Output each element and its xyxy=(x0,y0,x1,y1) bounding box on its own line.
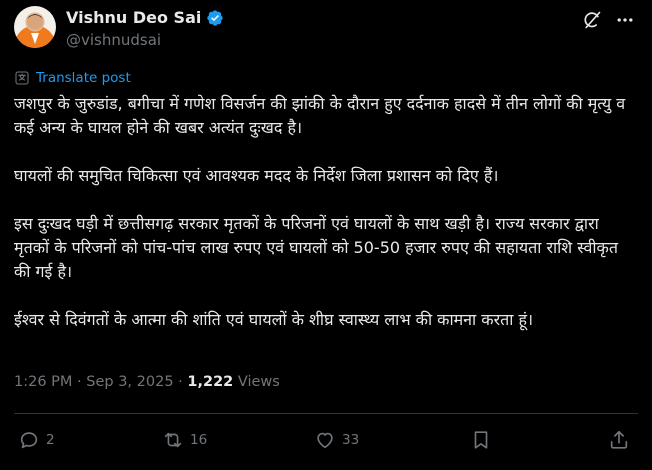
post-paragraph: इस दुःखद घड़ी में छत्तीसगढ़ सरकार मृतकों… xyxy=(14,214,618,281)
post-meta: 1:26 PM · Sep 3, 2025 · 1,222 Views xyxy=(14,374,280,390)
repost-icon xyxy=(164,432,182,448)
verified-badge-icon xyxy=(207,9,224,26)
author-handle[interactable]: @vishnudsai xyxy=(66,31,161,49)
post-time[interactable]: 1:26 PM xyxy=(14,374,72,390)
bookmark-button[interactable] xyxy=(470,429,492,451)
author-name[interactable]: Vishnu Deo Sai xyxy=(66,8,201,27)
repost-button[interactable]: 16 xyxy=(162,429,207,451)
grok-icon[interactable] xyxy=(582,10,602,30)
share-button[interactable] xyxy=(608,429,630,451)
post-paragraph: घायलों की समुचित चिकित्सा एवं आवश्यक मदद… xyxy=(14,166,499,185)
like-button[interactable]: 33 xyxy=(314,429,359,451)
avatar[interactable] xyxy=(14,6,56,48)
translate-label: Translate post xyxy=(36,70,131,86)
views-count: 1,222 xyxy=(187,374,234,390)
post-paragraph: ईश्वर से दिवंगतों के आत्मा की शांति एवं … xyxy=(14,310,534,329)
divider xyxy=(14,413,638,414)
post-body: जशपुर के जुरुडांड, बगीचा में गणेश विसर्ज… xyxy=(14,92,638,332)
views-label: Views xyxy=(237,374,280,390)
meta-separator: · xyxy=(77,374,82,390)
post-paragraph: जशपुर के जुरुडांड, बगीचा में गणेश विसर्ज… xyxy=(14,94,626,137)
translate-post-link[interactable]: Translate post xyxy=(14,70,131,86)
post-date[interactable]: Sep 3, 2025 xyxy=(86,374,173,390)
bookmark-icon xyxy=(474,431,488,449)
more-icon[interactable] xyxy=(614,10,636,30)
reply-count: 2 xyxy=(46,432,55,448)
translate-icon xyxy=(15,71,29,85)
author-name-row: Vishnu Deo Sai xyxy=(66,8,224,27)
share-icon xyxy=(610,430,628,449)
reply-icon xyxy=(20,432,38,449)
like-count: 33 xyxy=(342,432,360,448)
repost-count: 16 xyxy=(190,432,208,448)
action-bar: 2 16 33 xyxy=(14,429,638,455)
meta-separator: · xyxy=(178,374,183,390)
like-icon xyxy=(317,432,333,449)
post-header: Vishnu Deo Sai @vishnudsai xyxy=(14,6,640,52)
reply-button[interactable]: 2 xyxy=(18,429,55,451)
